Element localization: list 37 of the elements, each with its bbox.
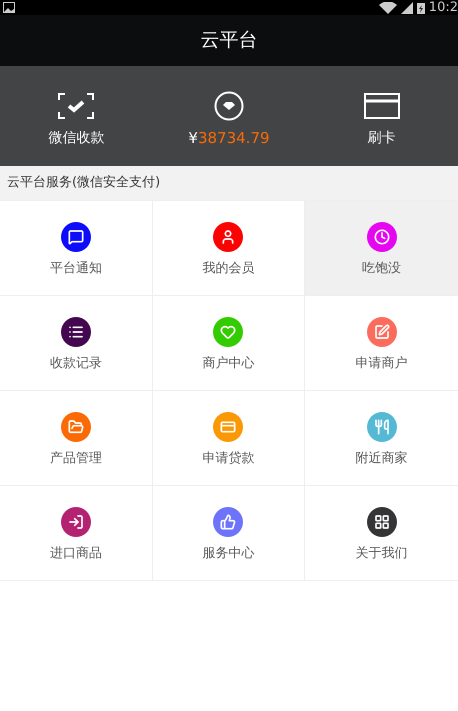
- service-tile[interactable]: 商户中心: [152, 295, 306, 390]
- status-time: 10:2: [428, 1, 458, 14]
- action-button[interactable]: 刷卡: [305, 66, 458, 166]
- service-tile[interactable]: 吃饱没: [305, 200, 458, 295]
- action-button[interactable]: 微信收款: [0, 66, 153, 166]
- section-title: 云平台服务(微信安全支付): [7, 174, 160, 192]
- scan-check-icon: [58, 93, 94, 119]
- service-label: 服务中心: [202, 546, 254, 560]
- service-label: 进口商品: [50, 546, 102, 560]
- balance-amount: 38734.79: [198, 128, 270, 146]
- battery-icon: [416, 2, 425, 14]
- service-tile[interactable]: 进口商品: [0, 485, 153, 580]
- service-label: 我的会员: [202, 262, 254, 274]
- wifi-icon: [378, 2, 397, 14]
- service-label: 申请贷款: [202, 452, 254, 464]
- action-label: 刷卡: [368, 131, 396, 145]
- service-tile[interactable]: 我的会员: [152, 200, 306, 295]
- image-icon: [3, 2, 15, 13]
- service-label: 商户中心: [202, 356, 254, 370]
- app-title: 云平台: [200, 28, 258, 54]
- service-label: 申请商户: [356, 356, 408, 370]
- service-label: 收款记录: [50, 356, 102, 370]
- service-label: 吃饱没: [362, 262, 402, 274]
- currency-sign: ¥: [188, 128, 198, 146]
- service-label: 产品管理: [50, 452, 102, 464]
- service-tile[interactable]: 服务中心: [152, 485, 306, 580]
- service-tile[interactable]: 平台通知: [0, 200, 153, 295]
- action-button[interactable]: ¥38734.79: [152, 66, 306, 166]
- card-icon: [364, 93, 400, 119]
- service-tile[interactable]: 产品管理: [0, 390, 153, 485]
- service-label: 平台通知: [50, 262, 102, 274]
- diamond-circle-icon: [214, 90, 244, 120]
- service-tile[interactable]: 申请贷款: [152, 390, 306, 485]
- service-label: 关于我们: [356, 546, 408, 560]
- service-label: 附近商家: [356, 452, 408, 464]
- action-label: 微信收款: [48, 131, 104, 145]
- service-tile[interactable]: 收款记录: [0, 295, 153, 390]
